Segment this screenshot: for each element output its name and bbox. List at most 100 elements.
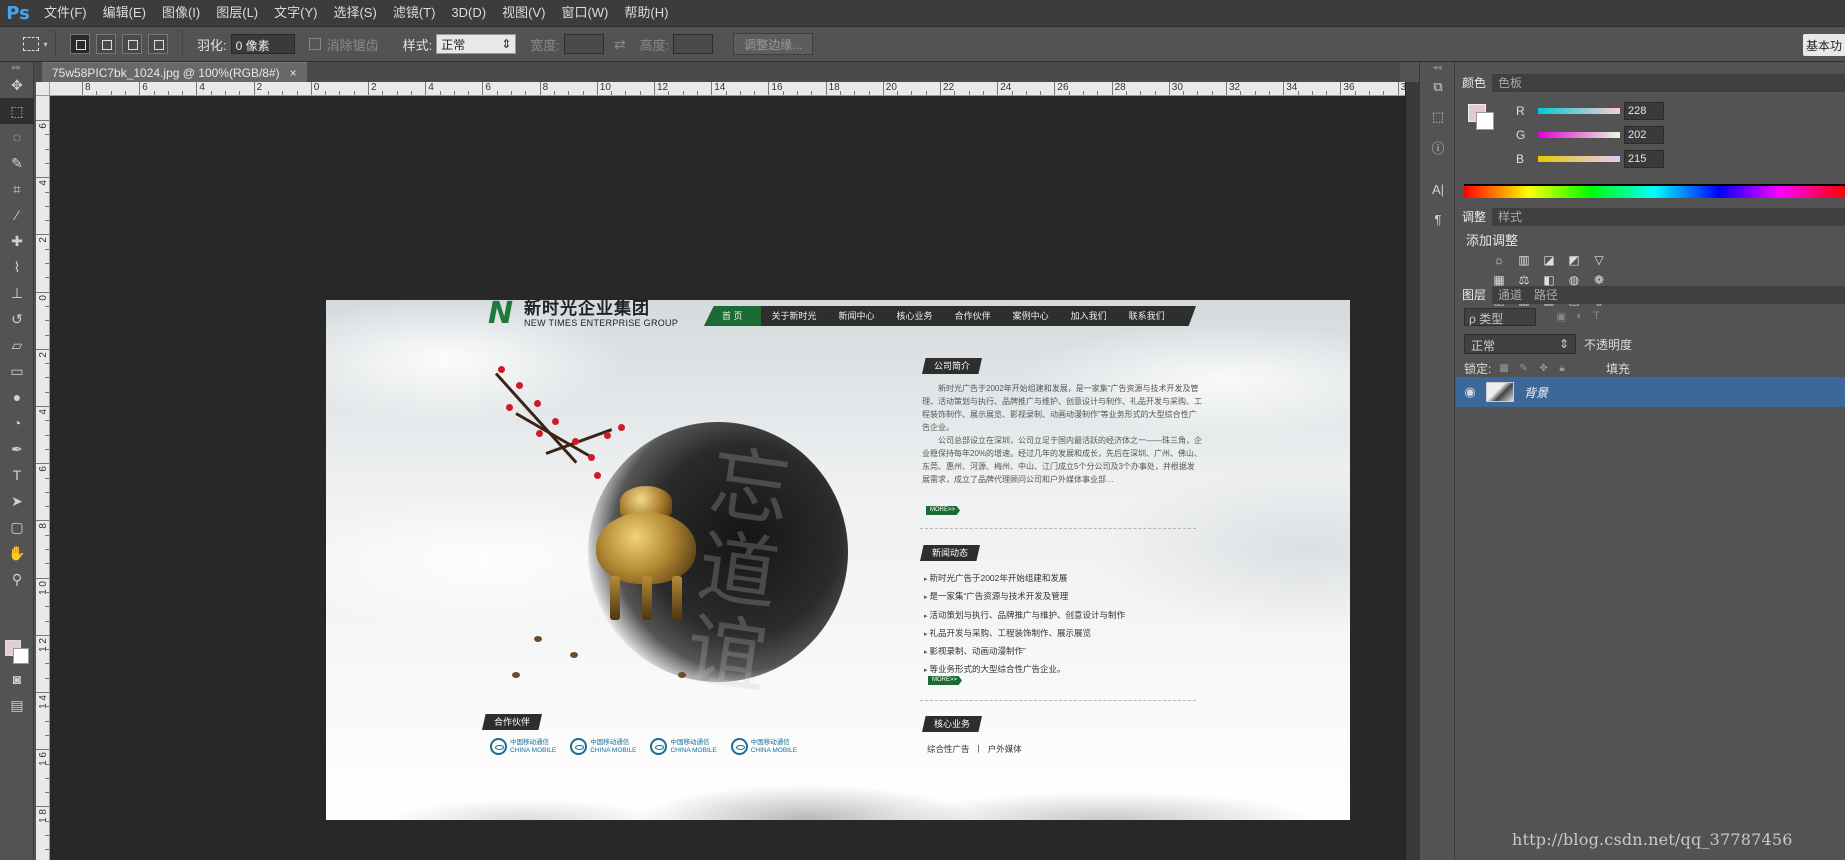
menu-edit[interactable]: 编辑(E) <box>95 0 154 26</box>
channel-r-value[interactable]: 228 <box>1624 102 1664 120</box>
ruler-label: 8 <box>85 82 91 93</box>
menu-image[interactable]: 图像(I) <box>154 0 208 26</box>
crop-tool-icon[interactable]: ⌗ <box>0 176 34 202</box>
tab-styles[interactable]: 样式 <box>1492 208 1528 226</box>
menu-select[interactable]: 选择(S) <box>325 0 384 26</box>
ruler-tick <box>36 463 49 465</box>
channel-r-slider[interactable] <box>1538 108 1620 114</box>
tool-preset-picker[interactable]: ▾ <box>16 30 56 58</box>
tab-paths[interactable]: 路径 <box>1528 286 1564 304</box>
shape-tool-icon[interactable]: ▢ <box>0 514 34 540</box>
news-item: 礼品开发与采购、工程装饰制作、展示展览 <box>924 625 1204 643</box>
pen-tool-icon[interactable]: ✒ <box>0 436 34 462</box>
character-panel-icon[interactable]: A| <box>1420 174 1456 204</box>
lock-image-icon[interactable]: ✎ <box>1519 363 1531 375</box>
panel-grip-icon[interactable]: ◂◂ <box>1420 62 1454 72</box>
paragraph-panel-icon[interactable]: ¶ <box>1420 204 1456 234</box>
height-input[interactable] <box>673 34 714 54</box>
hand-tool-icon[interactable]: ✋ <box>0 540 34 566</box>
adjust-filter-icon[interactable]: ◐ <box>1576 310 1583 323</box>
brush-tool-icon[interactable]: ⌇ <box>0 254 34 280</box>
channel-b-value[interactable]: 215 <box>1624 150 1664 168</box>
tab-layers[interactable]: 图层 <box>1456 286 1493 304</box>
exposure-icon[interactable]: ◩ <box>1565 252 1583 268</box>
tab-color[interactable]: 颜色 <box>1456 74 1493 92</box>
gradient-tool-icon[interactable]: ▭ <box>0 358 34 384</box>
antialias-checkbox[interactable] <box>308 38 321 50</box>
eraser-tool-icon[interactable]: ▱ <box>0 332 34 358</box>
color-spectrum-bar[interactable] <box>1464 184 1845 198</box>
width-input[interactable] <box>563 34 604 54</box>
intersect-selection-button[interactable] <box>148 34 168 54</box>
news-more-button: MORE>> <box>928 676 962 685</box>
zoom-tool-icon[interactable]: ⚲ <box>0 566 34 592</box>
history-panel-icon[interactable]: ⧉ <box>1420 72 1456 102</box>
tab-swatches[interactable]: 色板 <box>1492 74 1528 92</box>
history-brush-icon[interactable]: ↺ <box>0 306 34 332</box>
vibrance-icon[interactable]: ▽ <box>1590 252 1608 268</box>
refine-edge-button[interactable]: 调整边缘... <box>733 33 814 55</box>
marquee-tool-icon[interactable]: ⬚ <box>0 98 34 124</box>
menu-layer[interactable]: 图层(L) <box>208 0 266 26</box>
menu-filter[interactable]: 滤镜(T) <box>385 0 444 26</box>
blur-tool-icon[interactable]: ● <box>0 384 34 410</box>
lock-all-icon[interactable]: 🔒︎ <box>1559 363 1571 375</box>
document-image[interactable]: N 新时光企业集团 NEW TIMES ENTERPRISE GROUP 首 页… <box>326 300 1350 820</box>
type-filter-icon[interactable]: T <box>1593 310 1600 323</box>
menu-type[interactable]: 文字(Y) <box>266 0 325 26</box>
layer-filter-select[interactable]: ρ 类型 <box>1464 308 1536 326</box>
style-select[interactable]: 正常 ⇕ <box>436 34 517 54</box>
panel-grip-icon[interactable]: ▸▸ <box>0 62 33 72</box>
screen-mode-icon[interactable]: ▤ <box>0 692 34 718</box>
eyedropper-tool-icon[interactable]: ⁄ <box>0 202 34 228</box>
ruler-tick <box>1054 82 1056 95</box>
document-tab[interactable]: 75w58PIC7bk_1024.jpg @ 100%(RGB/8#) × <box>42 62 307 82</box>
menu-file[interactable]: 文件(F) <box>36 0 95 26</box>
lock-transparent-icon[interactable]: ▩ <box>1499 363 1511 375</box>
move-tool-icon[interactable]: ✥ <box>0 72 34 98</box>
curves-icon[interactable]: ◪ <box>1540 252 1558 268</box>
menu-help[interactable]: 帮助(H) <box>616 0 676 26</box>
type-tool-icon[interactable]: T <box>0 462 34 488</box>
background-color-swatch[interactable] <box>13 648 29 664</box>
feather-input[interactable]: 0 像素 <box>230 34 295 54</box>
swap-icon[interactable]: ⇄ <box>614 36 626 53</box>
ruler-origin[interactable] <box>36 82 50 96</box>
channel-b-slider[interactable] <box>1538 156 1620 162</box>
3d-panel-icon[interactable]: ⬚ <box>1420 102 1456 132</box>
add-selection-button[interactable] <box>96 34 116 54</box>
blend-mode-select[interactable]: 正常 ⇕ <box>1464 334 1576 354</box>
stamp-tool-icon[interactable]: ⊥ <box>0 280 34 306</box>
layer-row-background[interactable]: ◉ 背景 <box>1456 377 1845 407</box>
vertical-ruler[interactable]: 642024681 01 21 41 61 8 <box>36 96 50 860</box>
tab-channels[interactable]: 通道 <box>1492 286 1528 304</box>
close-icon[interactable]: × <box>290 66 297 80</box>
lock-position-icon[interactable]: ✥ <box>1539 363 1551 375</box>
visibility-eye-icon[interactable]: ◉ <box>1456 384 1484 400</box>
new-selection-button[interactable] <box>70 34 90 54</box>
lasso-tool-icon[interactable]: ◌ <box>0 124 34 150</box>
menu-window[interactable]: 窗口(W) <box>553 0 616 26</box>
levels-icon[interactable]: ▥ <box>1515 252 1533 268</box>
quick-select-tool-icon[interactable]: ✎ <box>0 150 34 176</box>
workspace-switcher[interactable]: 基本功 <box>1803 34 1845 56</box>
horizontal-ruler[interactable]: 8642024681012141618202224262830323436384… <box>50 82 1405 96</box>
channel-g-value[interactable]: 202 <box>1624 126 1664 144</box>
vertical-scrollbar[interactable] <box>1405 82 1419 860</box>
menu-3d[interactable]: 3D(D) <box>443 0 494 26</box>
image-filter-icon[interactable]: ▣ <box>1556 310 1566 323</box>
ruler-tick <box>36 406 49 407</box>
dodge-tool-icon[interactable]: ◔ <box>0 410 34 436</box>
channel-g-slider[interactable] <box>1538 132 1620 138</box>
tab-adjustments[interactable]: 调整 <box>1456 208 1493 226</box>
healing-tool-icon[interactable]: ✚ <box>0 228 34 254</box>
brightness-icon[interactable]: ☼ <box>1490 252 1508 268</box>
ruler-tick <box>1111 82 1113 95</box>
core-heading: 核心业务 <box>922 716 983 732</box>
path-select-tool-icon[interactable]: ➤ <box>0 488 34 514</box>
quick-mask-icon[interactable]: ◙ <box>0 666 34 692</box>
info-panel-icon[interactable]: ⓘ <box>1420 132 1456 162</box>
menu-view[interactable]: 视图(V) <box>494 0 553 26</box>
subtract-selection-button[interactable] <box>122 34 142 54</box>
ruler-tick <box>36 577 49 579</box>
